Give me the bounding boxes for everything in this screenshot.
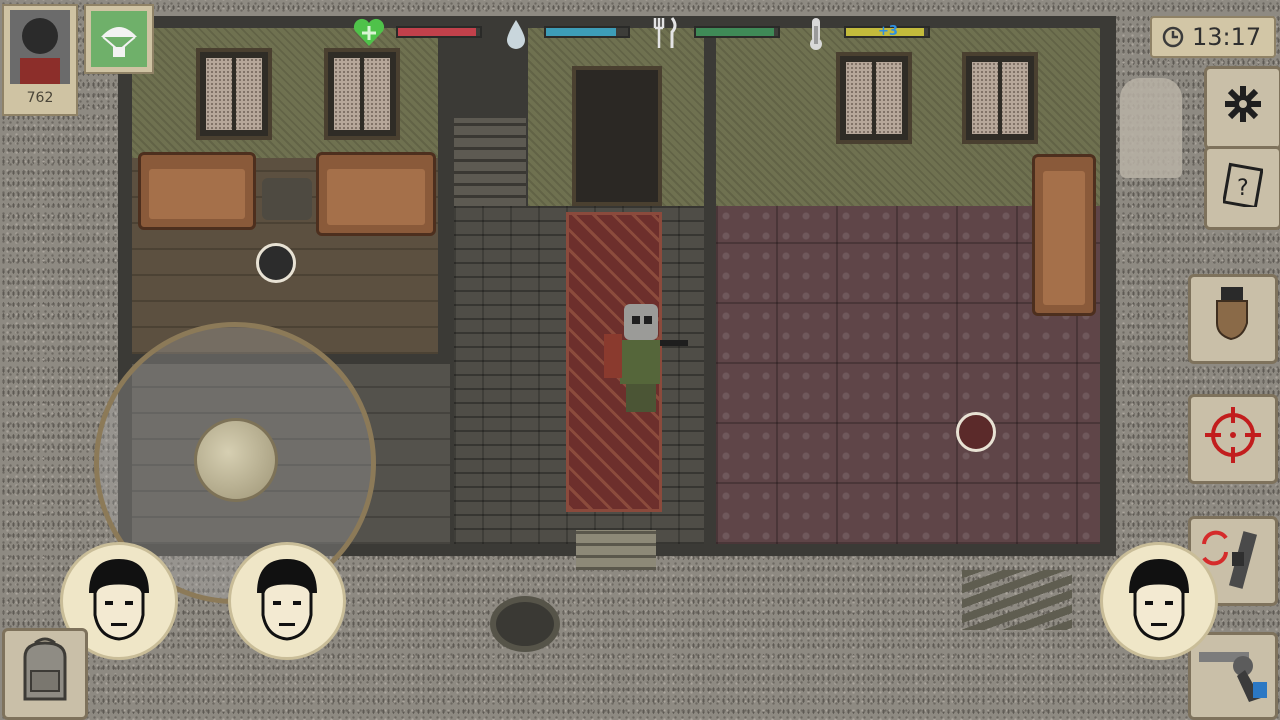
parachute-crate-icon: [91, 11, 147, 67]
fork-knife-icon: [650, 16, 680, 50]
gear-icon: [1221, 82, 1265, 135]
crosshair-icon: [1201, 403, 1265, 476]
wood-planks: [962, 570, 1072, 630]
backpack: [604, 334, 622, 378]
fist-icon: [1205, 285, 1261, 354]
temperature-label: +3: [878, 24, 898, 39]
pistol: [660, 340, 688, 346]
settings-button[interactable]: [1204, 66, 1280, 150]
companion-face-icon: [89, 559, 149, 641]
svg-text:?: ?: [1237, 176, 1249, 201]
sofa: [1032, 154, 1096, 316]
thirst-bar: [544, 26, 630, 38]
revolver-icon: [1195, 640, 1271, 713]
sofa: [138, 152, 256, 230]
clock-time: 13:17: [1192, 23, 1262, 51]
quests-button[interactable]: ?: [1204, 146, 1280, 230]
thirst-bar-fill: [546, 28, 616, 36]
companion-slot-3[interactable]: [1100, 542, 1218, 660]
player-score: 762: [26, 90, 54, 106]
melee-attack-button[interactable]: [1188, 274, 1278, 364]
torso: [620, 340, 660, 384]
window: [324, 48, 400, 140]
companion-slot-2[interactable]: [228, 542, 346, 660]
window: [836, 52, 912, 144]
gas-mask-helmet: [624, 304, 658, 340]
sofa: [316, 152, 436, 236]
loot-bag-icon[interactable]: [256, 243, 296, 283]
companion-face-icon: [1129, 559, 1189, 641]
entrance-steps: [576, 530, 656, 570]
game-clock: 13:17: [1150, 16, 1276, 58]
loot-bag-icon[interactable]: [956, 412, 996, 452]
tire: [490, 596, 560, 652]
companion-face-icon: [257, 559, 317, 641]
game-world[interactable]: [0, 0, 1280, 720]
player-character: [604, 304, 688, 414]
quest-note-icon: ?: [1222, 161, 1264, 216]
side-table: [262, 178, 312, 220]
door[interactable]: [572, 66, 662, 206]
weapon-slot-button[interactable]: [1188, 632, 1278, 720]
legs: [626, 384, 656, 412]
inventory-button[interactable]: [2, 628, 88, 720]
backpack-icon: [13, 637, 77, 711]
movement-joystick-knob[interactable]: [194, 418, 278, 502]
gas-mask-soldier-icon: [10, 10, 70, 84]
hunger-bar-fill: [696, 28, 774, 36]
hunger-bar: [694, 26, 780, 38]
window: [196, 48, 272, 140]
zombie[interactable]: [1120, 78, 1182, 178]
aim-button[interactable]: [1188, 394, 1278, 484]
heart-icon: [352, 16, 386, 50]
health-bar: [396, 26, 482, 38]
window: [962, 52, 1038, 144]
health-bar-fill: [398, 28, 476, 36]
temperature-bar: +3: [844, 24, 930, 39]
thermometer-icon: [804, 16, 828, 52]
water-drop-icon: [504, 18, 528, 50]
player-portrait[interactable]: 762: [2, 4, 78, 116]
clock-icon: [1162, 26, 1184, 48]
airdrop-button[interactable]: [84, 4, 154, 74]
